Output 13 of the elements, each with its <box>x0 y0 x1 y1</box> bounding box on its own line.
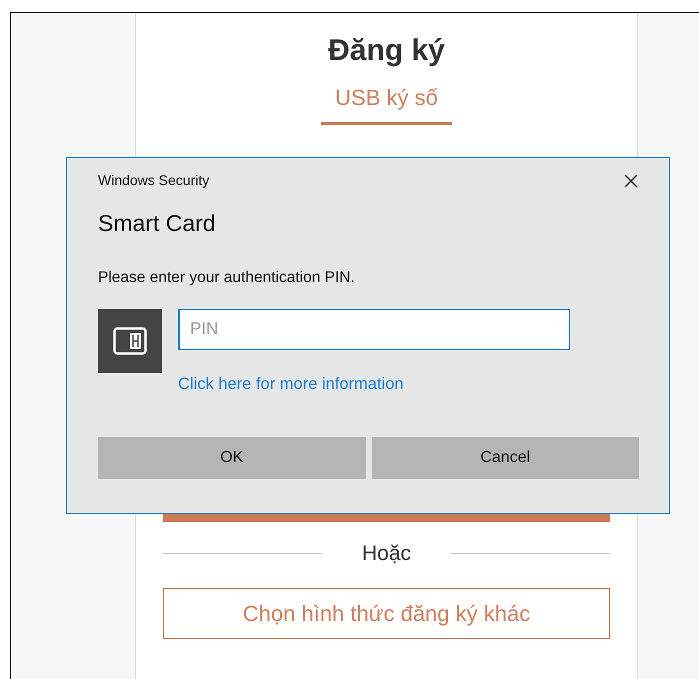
page-title: Đăng ký <box>327 33 446 69</box>
dialog-message: Please enter your authentication PIN. <box>98 268 356 288</box>
alternative-method-button[interactable]: Chọn hình thức đăng ký khác <box>163 588 610 638</box>
ok-button[interactable]: OK <box>98 436 366 479</box>
divider-text: Hoặc <box>362 541 412 567</box>
more-info-link[interactable]: Click here for more information <box>178 372 404 396</box>
dialog-heading: Smart Card <box>98 209 217 238</box>
pin-field[interactable]: PIN <box>178 308 570 350</box>
cancel-button[interactable]: Cancel <box>372 436 639 479</box>
window-title: Windows Security <box>98 171 210 190</box>
smart-card-icon <box>98 308 162 373</box>
close-icon[interactable] <box>623 172 639 188</box>
tab[interactable]: USB ký số <box>321 81 452 125</box>
